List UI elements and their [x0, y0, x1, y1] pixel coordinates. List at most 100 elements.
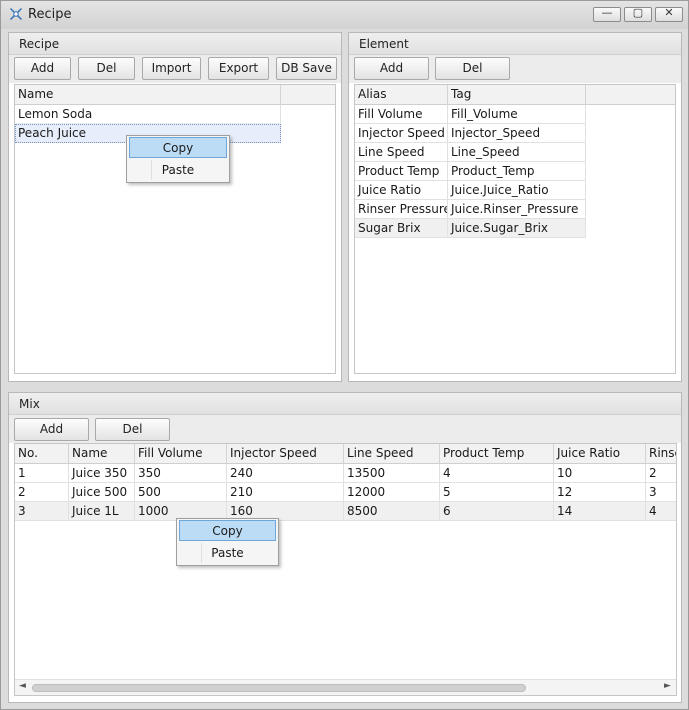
- mix-rinse-cell[interactable]: 3: [646, 483, 676, 502]
- mix-name-cell[interactable]: Juice 500: [69, 483, 135, 502]
- mix-grid[interactable]: No. Name Fill Volume Injector Speed Line…: [14, 443, 677, 696]
- mix-line-speed-cell[interactable]: 13500: [344, 464, 440, 483]
- tag-cell[interactable]: Line_Speed: [448, 143, 586, 162]
- recipe-panel-title: Recipe: [19, 37, 60, 51]
- table-row[interactable]: Sugar Brix Juice.Sugar_Brix: [355, 219, 586, 238]
- maximize-button[interactable]: ▢: [624, 6, 652, 22]
- element-panel-header: Element: [349, 33, 681, 55]
- recipe-db-save-button[interactable]: DB Save: [276, 57, 337, 80]
- menu-item-paste[interactable]: Paste: [179, 543, 276, 564]
- mix-horizontal-scrollbar[interactable]: ◄ ►: [15, 679, 676, 695]
- alias-cell[interactable]: Fill Volume: [355, 105, 448, 124]
- mix-line-speed-cell[interactable]: 8500: [344, 502, 440, 521]
- recipe-panel-header: Recipe: [9, 33, 341, 55]
- recipe-import-button[interactable]: Import: [142, 57, 201, 80]
- mix-name-cell[interactable]: Juice 1L: [69, 502, 135, 521]
- mix-panel-header: Mix: [9, 393, 681, 415]
- mix-column-line-speed[interactable]: Line Speed: [344, 444, 440, 464]
- alias-cell[interactable]: Rinser Pressure: [355, 200, 448, 219]
- table-row[interactable]: Product Temp Product_Temp: [355, 162, 586, 181]
- scrollbar-thumb[interactable]: [32, 684, 526, 692]
- mix-name-cell[interactable]: Juice 350: [69, 464, 135, 483]
- mix-product-temp-cell[interactable]: 6: [440, 502, 554, 521]
- tag-cell[interactable]: Juice.Rinser_Pressure: [448, 200, 586, 219]
- mix-column-rinse[interactable]: Rinse: [646, 444, 676, 464]
- element-column-alias[interactable]: Alias: [355, 85, 448, 105]
- mix-juice-ratio-cell[interactable]: 10: [554, 464, 646, 483]
- recipe-add-button[interactable]: Add: [14, 57, 71, 80]
- element-panel-title: Element: [359, 37, 409, 51]
- alias-cell[interactable]: Product Temp: [355, 162, 448, 181]
- mix-add-button[interactable]: Add: [14, 418, 89, 441]
- tag-cell[interactable]: Product_Temp: [448, 162, 586, 181]
- mix-juice-ratio-cell[interactable]: 12: [554, 483, 646, 502]
- element-column-filler: [586, 85, 675, 105]
- scroll-left-icon[interactable]: ◄: [19, 681, 26, 691]
- element-column-tag[interactable]: Tag: [448, 85, 586, 105]
- close-button[interactable]: ✕: [655, 6, 683, 22]
- mix-line-speed-cell[interactable]: 12000: [344, 483, 440, 502]
- mix-panel: Mix Add Del No. Name Fill Volume Injecto…: [8, 392, 682, 703]
- mix-no-cell[interactable]: 1: [15, 464, 69, 483]
- recipe-column-name[interactable]: Name: [15, 85, 281, 105]
- alias-cell[interactable]: Juice Ratio: [355, 181, 448, 200]
- mix-no-cell[interactable]: 3: [15, 502, 69, 521]
- mix-column-product-temp[interactable]: Product Temp: [440, 444, 554, 464]
- mix-context-menu: Copy Paste: [176, 518, 279, 566]
- table-row[interactable]: 2 Juice 500 500 210 12000 5 12 3: [15, 483, 676, 502]
- mix-fill-volume-cell[interactable]: 500: [135, 483, 227, 502]
- mix-fill-volume-cell[interactable]: 350: [135, 464, 227, 483]
- scroll-right-icon[interactable]: ►: [664, 681, 671, 691]
- tag-cell[interactable]: Injector_Speed: [448, 124, 586, 143]
- alias-cell[interactable]: Injector Speed: [355, 124, 448, 143]
- element-grid[interactable]: Alias Tag Fill Volume Fill_Volume Inject…: [354, 84, 676, 374]
- recipe-grid[interactable]: Name Lemon Soda Peach Juice: [14, 84, 336, 374]
- menu-item-copy[interactable]: Copy: [129, 137, 227, 158]
- table-row[interactable]: Injector Speed Injector_Speed: [355, 124, 586, 143]
- mix-product-temp-cell[interactable]: 4: [440, 464, 554, 483]
- mix-del-button[interactable]: Del: [95, 418, 170, 441]
- table-row[interactable]: Rinser Pressure Juice.Rinser_Pressure: [355, 200, 586, 219]
- table-row[interactable]: Fill Volume Fill_Volume: [355, 105, 586, 124]
- recipe-export-button[interactable]: Export: [208, 57, 269, 80]
- table-row[interactable]: Line Speed Line_Speed: [355, 143, 586, 162]
- mix-column-injector-speed[interactable]: Injector Speed: [227, 444, 344, 464]
- recipe-name-cell[interactable]: Lemon Soda: [15, 105, 281, 124]
- table-row[interactable]: Juice Ratio Juice.Juice_Ratio: [355, 181, 586, 200]
- recipe-column-filler: [281, 85, 335, 105]
- recipe-del-button[interactable]: Del: [78, 57, 135, 80]
- mix-panel-title: Mix: [19, 397, 40, 411]
- element-del-button[interactable]: Del: [435, 57, 510, 80]
- table-row[interactable]: Lemon Soda: [15, 105, 281, 124]
- mix-rinse-cell[interactable]: 4: [646, 502, 676, 521]
- mix-toolbar: Add Del: [9, 415, 681, 443]
- close-icon: ✕: [664, 6, 674, 19]
- table-row[interactable]: 3 Juice 1L 1000 160 8500 6 14 4: [15, 502, 676, 521]
- mix-injector-speed-cell[interactable]: 240: [227, 464, 344, 483]
- mix-product-temp-cell[interactable]: 5: [440, 483, 554, 502]
- mix-injector-speed-cell[interactable]: 210: [227, 483, 344, 502]
- mix-column-juice-ratio[interactable]: Juice Ratio: [554, 444, 646, 464]
- alias-cell[interactable]: Sugar Brix: [355, 219, 448, 238]
- recipe-toolbar: Add Del Import Export DB Save: [9, 55, 341, 83]
- tag-cell[interactable]: Fill_Volume: [448, 105, 586, 124]
- table-row[interactable]: 1 Juice 350 350 240 13500 4 10 2: [15, 464, 676, 483]
- tag-cell[interactable]: Juice.Juice_Ratio: [448, 181, 586, 200]
- mix-juice-ratio-cell[interactable]: 14: [554, 502, 646, 521]
- minimize-button[interactable]: —: [593, 6, 621, 22]
- mix-column-fill-volume[interactable]: Fill Volume: [135, 444, 227, 464]
- menu-item-paste[interactable]: Paste: [129, 160, 227, 181]
- alias-cell[interactable]: Line Speed: [355, 143, 448, 162]
- tag-cell[interactable]: Juice.Sugar_Brix: [448, 219, 586, 238]
- app-logo-icon: [10, 8, 22, 20]
- mix-column-name[interactable]: Name: [69, 444, 135, 464]
- window-title: Recipe: [28, 7, 72, 22]
- mix-rinse-cell[interactable]: 2: [646, 464, 676, 483]
- mix-column-no[interactable]: No.: [15, 444, 69, 464]
- mix-no-cell[interactable]: 2: [15, 483, 69, 502]
- recipe-window: Recipe — ▢ ✕ Recipe Add Del Import Expor…: [0, 0, 689, 710]
- element-add-button[interactable]: Add: [354, 57, 429, 80]
- menu-item-copy[interactable]: Copy: [179, 520, 276, 541]
- title-bar[interactable]: Recipe — ▢ ✕: [1, 1, 688, 29]
- element-toolbar: Add Del: [349, 55, 681, 83]
